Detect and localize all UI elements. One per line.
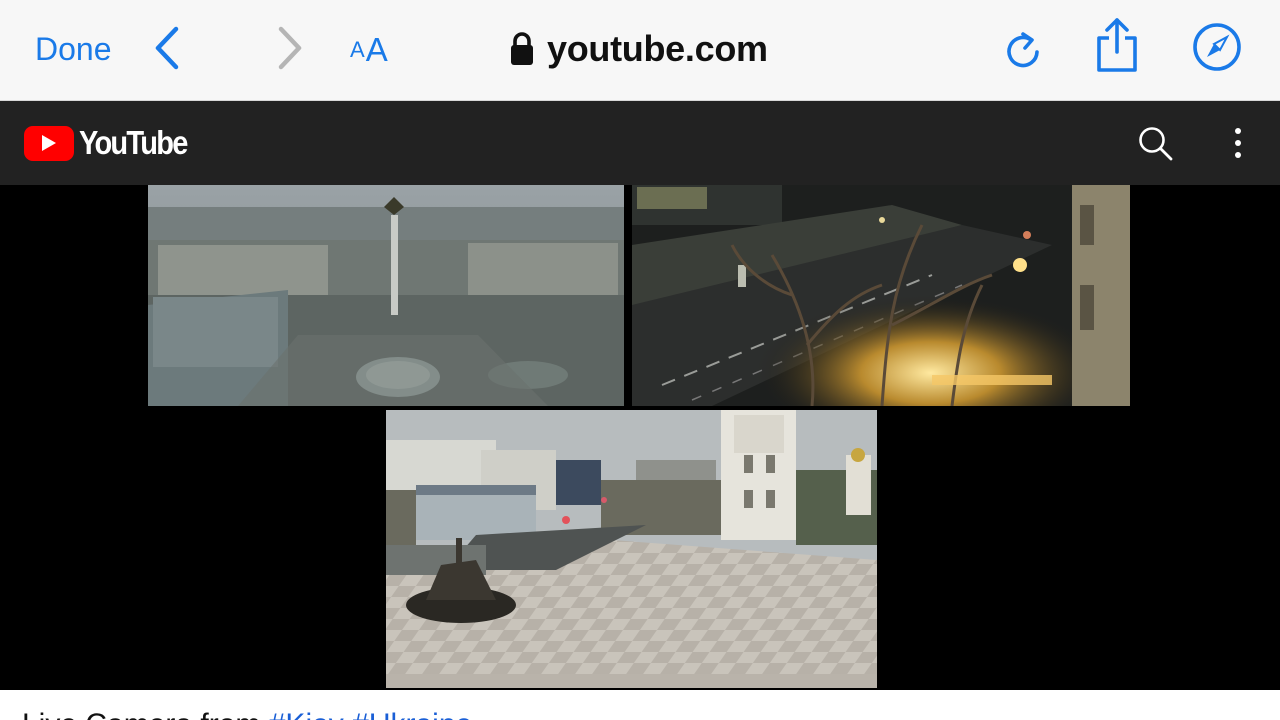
- text-size-button[interactable]: A A: [350, 28, 388, 72]
- address-bar[interactable]: youtube.com: [510, 24, 768, 74]
- share-icon[interactable]: [1094, 16, 1140, 74]
- forward-chevron-icon[interactable]: [273, 24, 307, 72]
- camera-feed-sofia-square: [386, 410, 877, 688]
- reload-icon[interactable]: [1001, 26, 1045, 74]
- youtube-logo[interactable]: YouTube: [24, 124, 201, 162]
- compass-icon[interactable]: [1192, 22, 1242, 72]
- browser-toolbar: Done A A youtube.com: [0, 0, 1280, 101]
- video-title[interactable]: Live Camera from #Kiev #Ukraine: [22, 708, 472, 720]
- video-title-text: Live Camera from: [22, 708, 260, 720]
- text-size-big-a: A: [365, 31, 388, 68]
- lock-icon: [511, 32, 533, 65]
- address-host: youtube.com: [547, 28, 768, 69]
- youtube-play-icon: [24, 125, 74, 161]
- camera-feed-square: [148, 185, 624, 406]
- back-chevron-icon[interactable]: [150, 24, 184, 72]
- search-icon[interactable]: [1136, 124, 1174, 162]
- video-title-strip: Live Camera from #Kiev #Ukraine: [0, 690, 1280, 720]
- hashtag-kiev[interactable]: #Kiev: [269, 708, 344, 720]
- text-size-small-a: A: [350, 37, 365, 62]
- done-button[interactable]: Done: [35, 26, 112, 72]
- youtube-wordmark: YouTube: [79, 124, 188, 161]
- hashtag-ukraine[interactable]: #Ukraine: [352, 708, 472, 720]
- video-player[interactable]: [0, 185, 1280, 690]
- more-vertical-icon[interactable]: [1226, 124, 1250, 162]
- camera-feed-night-street: [632, 185, 1130, 406]
